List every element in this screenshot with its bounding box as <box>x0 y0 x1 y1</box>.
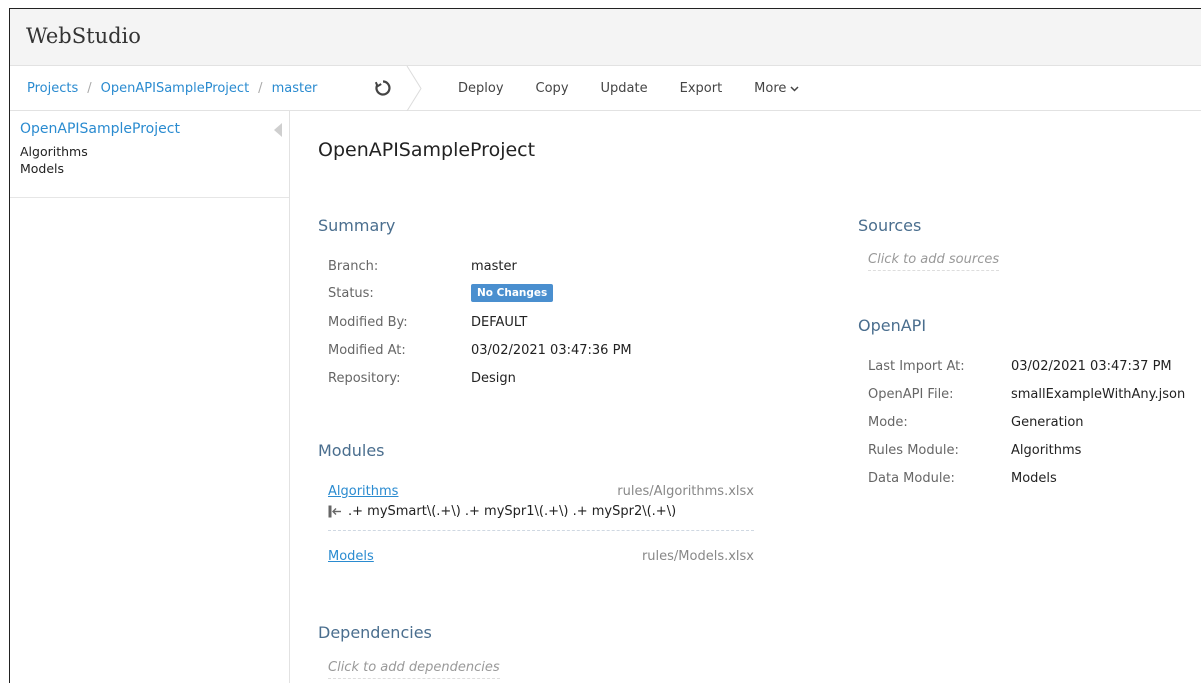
breadcrumb-branch[interactable]: master <box>272 81 318 96</box>
field-label: Rules Module: <box>868 443 959 458</box>
module-item: Algorithms rules/Algorithms.xlsx .+ mySm… <box>328 484 754 519</box>
add-dependencies-link[interactable]: Click to add dependencies <box>328 660 500 679</box>
field-label: Mode: <box>868 415 908 430</box>
deploy-button[interactable]: Deploy <box>458 81 504 96</box>
update-button[interactable]: Update <box>601 81 648 96</box>
module-link-models[interactable]: Models <box>328 549 374 564</box>
mode-value: Generation <box>1011 415 1084 430</box>
data-module-value: Models <box>1011 471 1057 486</box>
export-button[interactable]: Export <box>680 81 723 96</box>
tree-module-item[interactable]: Algorithms <box>20 143 289 160</box>
breadcrumb-projects[interactable]: Projects <box>27 81 78 96</box>
dependencies-heading: Dependencies <box>318 623 432 642</box>
page-title: OpenAPISampleProject <box>318 139 536 161</box>
module-divider <box>328 530 754 531</box>
last-import-value: 03/02/2021 03:47:37 PM <box>1011 359 1172 374</box>
modified-at-value: 03/02/2021 03:47:36 PM <box>471 343 632 358</box>
tree-module-item[interactable]: Models <box>20 160 289 177</box>
field-label: OpenAPI File: <box>868 387 954 402</box>
field-label: Modified By: <box>328 315 408 330</box>
method-filter-icon <box>328 505 341 518</box>
chevron-down-icon <box>790 85 799 92</box>
modified-by-value: DEFAULT <box>471 315 528 330</box>
app-title: WebStudio <box>26 24 141 48</box>
project-tree: OpenAPISampleProject Algorithms Models <box>10 111 289 198</box>
breadcrumb-separator: / <box>258 81 263 96</box>
tree-project-item[interactable]: OpenAPISampleProject <box>20 121 289 137</box>
field-label: Branch: <box>328 259 379 274</box>
project-details: OpenAPISampleProject Summary Branch: mas… <box>291 111 1201 683</box>
sources-heading: Sources <box>858 216 922 235</box>
module-link-algorithms[interactable]: Algorithms <box>328 484 398 499</box>
field-label: Modified At: <box>328 343 406 358</box>
module-methods: .+ mySmart\(.+\) .+ mySpr1\(.+\) .+ mySp… <box>328 504 754 519</box>
openapi-heading: OpenAPI <box>858 316 927 335</box>
module-method-pattern: .+ mySmart\(.+\) .+ mySpr1\(.+\) .+ mySp… <box>348 504 677 519</box>
project-actions: Deploy Copy Update Export More <box>458 66 831 111</box>
add-sources-link[interactable]: Click to add sources <box>868 252 1000 271</box>
breadcrumb-separator: / <box>87 81 92 96</box>
modules-heading: Modules <box>318 441 385 460</box>
copy-button[interactable]: Copy <box>536 81 569 96</box>
field-label: Data Module: <box>868 471 955 486</box>
project-nav-bar: Projects / OpenAPISampleProject / master… <box>10 66 1201 111</box>
module-item: Models rules/Models.xlsx <box>328 549 754 564</box>
field-label: Last Import At: <box>868 359 965 374</box>
summary-heading: Summary <box>318 216 396 235</box>
breadcrumb-divider-icon <box>406 66 422 111</box>
repository-value: Design <box>471 371 516 386</box>
status-badge: No Changes <box>471 284 554 302</box>
collapse-sidebar-icon[interactable] <box>274 123 282 137</box>
header-bar: WebStudio <box>10 9 1201 66</box>
project-tree-sidebar: OpenAPISampleProject Algorithms Models <box>10 111 290 683</box>
rules-module-value: Algorithms <box>1011 443 1082 458</box>
branch-value: master <box>471 259 517 274</box>
more-menu-button[interactable]: More <box>754 81 799 96</box>
status-badge-wrap: No Changes <box>471 284 554 302</box>
openapi-file-value: smallExampleWithAny.json <box>1011 387 1186 402</box>
app-window: WebStudio Projects / OpenAPISampleProjec… <box>9 8 1201 683</box>
module-path: rules/Models.xlsx <box>641 549 754 564</box>
field-label: Status: <box>328 286 374 301</box>
breadcrumb-project[interactable]: OpenAPISampleProject <box>101 81 250 96</box>
refresh-icon[interactable] <box>374 79 392 97</box>
module-path: rules/Algorithms.xlsx <box>617 484 754 499</box>
more-label: More <box>754 81 787 96</box>
breadcrumb: Projects / OpenAPISampleProject / master <box>27 66 317 111</box>
field-label: Repository: <box>328 371 401 386</box>
